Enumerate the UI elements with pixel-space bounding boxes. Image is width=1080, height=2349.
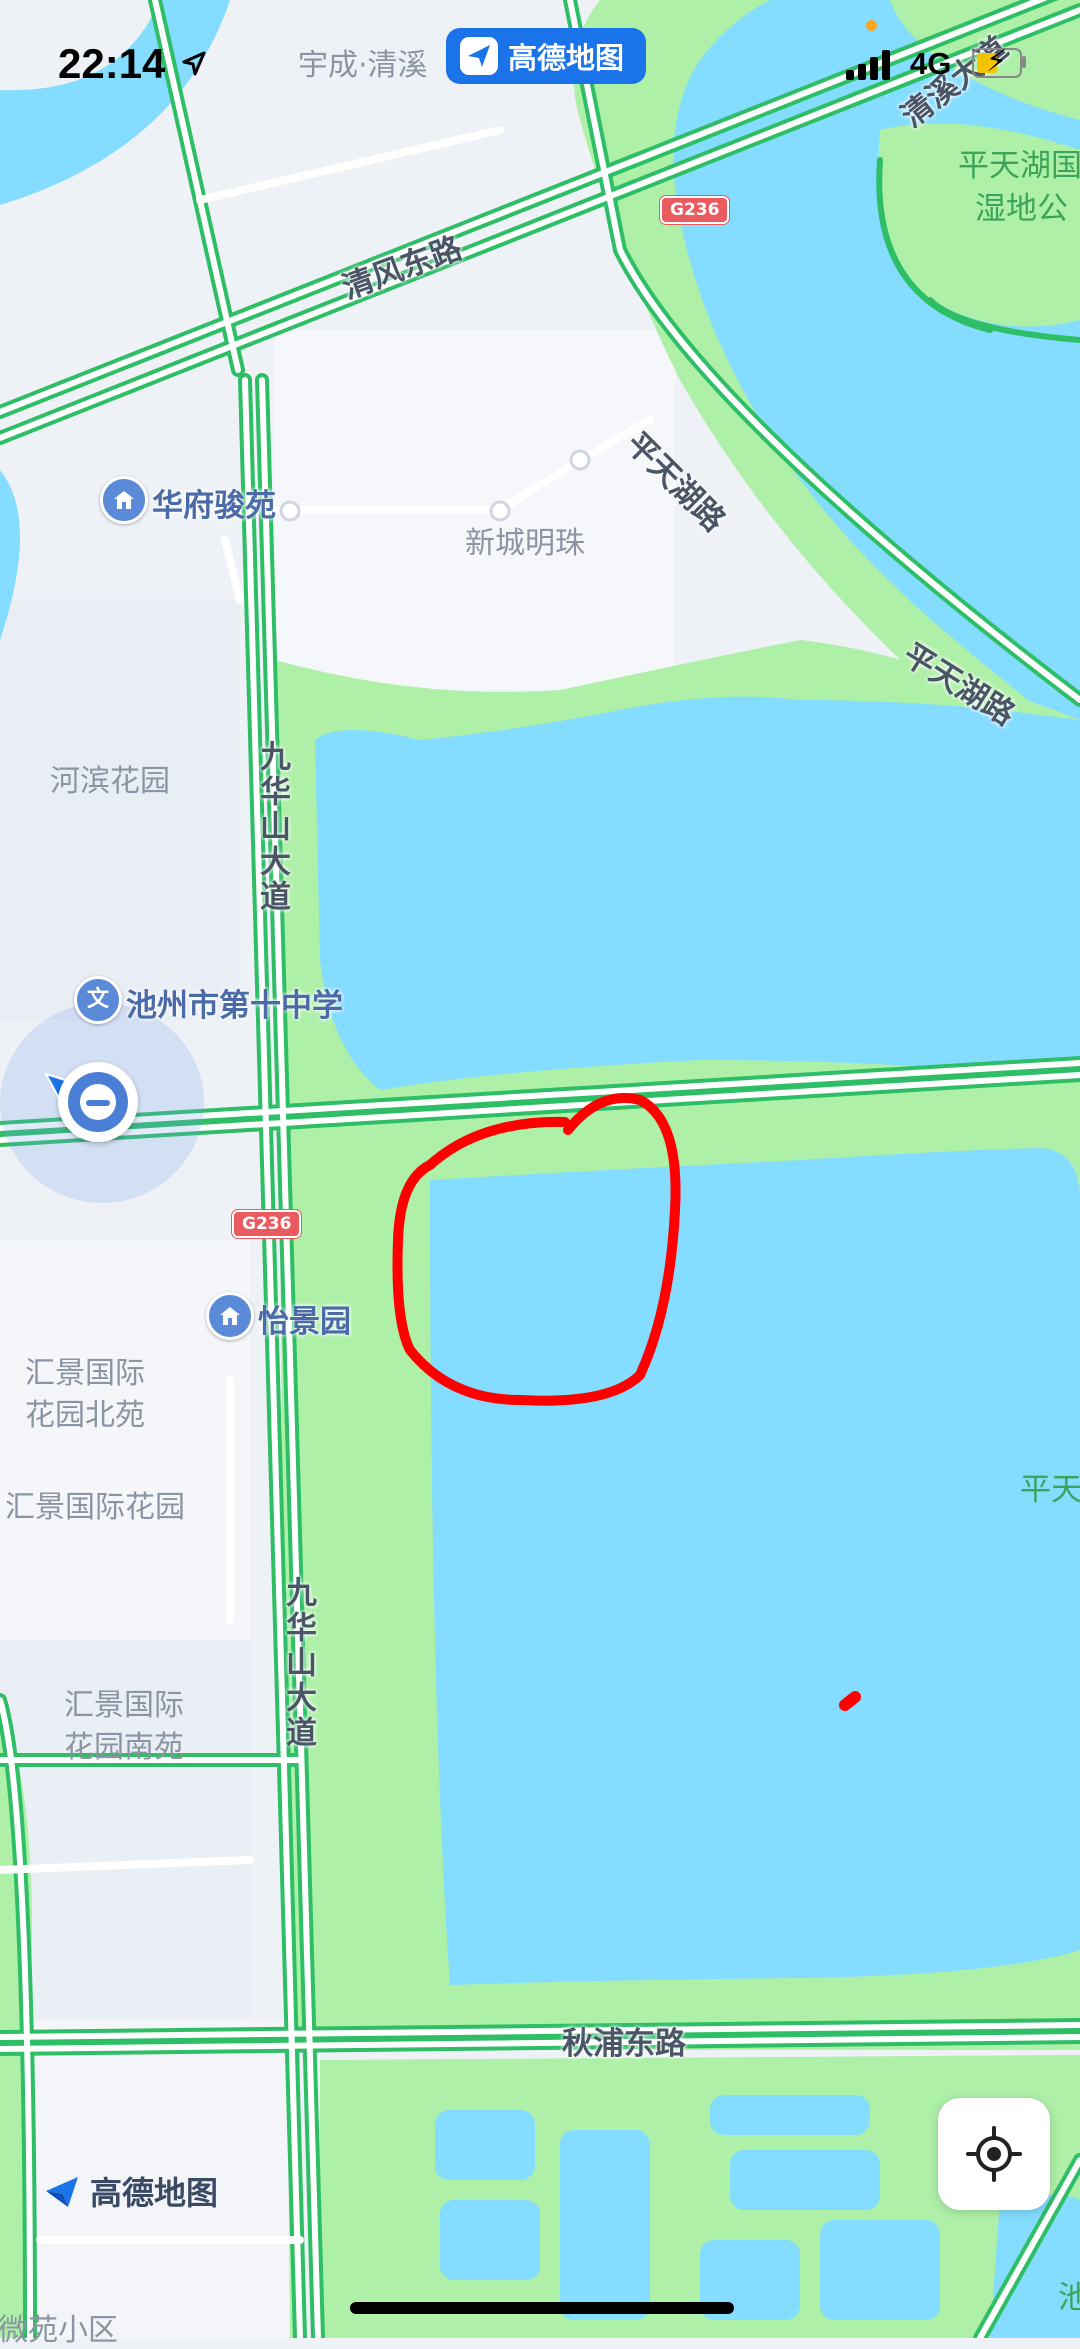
area-label-cuiwei: 翠微苑小区 [0,2313,118,2348]
highway-shield-g236-top: G236 [660,196,730,224]
poi-label-school[interactable]: 池州市第十中学 [126,980,343,1025]
area-label-huijing: 汇景国际花园 [5,1490,185,1525]
poi-school-icon[interactable]: 文 [74,976,122,1024]
status-bar: 22:14 高德地图 4G ⚡ [0,0,1080,130]
amap-logo-icon [460,37,498,75]
road-label-jiuhuashan-2: 九华山大道 [280,1576,316,1751]
park-label-wetland-1: 平天湖国 [958,148,1080,184]
poi-label-yijing[interactable]: 怡景园 [258,1296,351,1341]
network-type: 4G [910,46,952,81]
charging-bolt-icon: ⚡ [986,44,1008,79]
user-avatar-icon[interactable] [58,1062,138,1142]
area-label-huijing-south-1: 汇景国际 [64,1688,184,1723]
back-to-app-label: 高德地图 [508,41,625,75]
area-label-hebin: 河滨花园 [50,764,170,799]
park-label-pingtian-cut: 平天 [1020,1472,1080,1508]
highway-shield-g236-mid: G236 [232,1210,302,1238]
road-label-jiuhuashan-1: 九华山大道 [254,740,290,915]
area-label-xincheng: 新城明珠 [465,526,585,561]
status-time: 22:14 [58,40,166,87]
signal-icon [846,48,890,80]
park-label-wetland-2: 湿地公 [975,191,1068,227]
poi-house-icon[interactable] [206,1292,254,1340]
locate-me-icon [966,2126,1022,2182]
area-label-huijing-north-1: 汇景国际 [25,1356,145,1391]
road-label-qiupu: 秋浦东路 [562,2026,686,2062]
locate-me-button[interactable] [938,2098,1050,2210]
red-dot-annotation [839,1691,861,1711]
amap-brand-logo: 高德地图 [42,2168,218,2214]
home-indicator[interactable] [350,2302,734,2314]
battery-cap [1022,56,1026,68]
area-label-huijing-north-2: 花园北苑 [25,1398,145,1433]
privacy-indicator-dot [866,20,877,31]
brand-logo-text: 高德地图 [90,2174,219,2212]
poi-label-huafu[interactable]: 华府骏苑 [152,480,276,525]
area-label-huijing-south-2: 花园南苑 [64,1730,184,1765]
poi-house-icon[interactable] [100,476,148,524]
amap-logo-icon [46,2177,78,2207]
location-arrow-icon [182,51,206,76]
area-label-right-edge: 池 [1058,2280,1080,2316]
back-to-app-pill[interactable]: 高德地图 [446,28,647,84]
